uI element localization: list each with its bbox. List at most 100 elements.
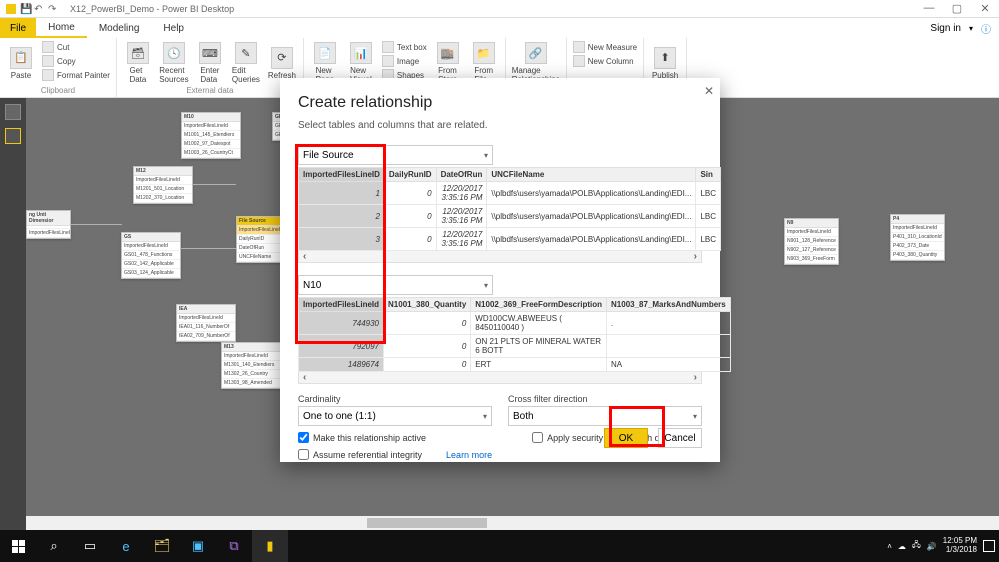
canvas-h-scrollbar[interactable] [26, 516, 999, 530]
dialog-subtitle: Select tables and columns that are relat… [298, 120, 702, 131]
t1-col-2[interactable]: DateOfRun [436, 168, 487, 182]
task-view-icon[interactable]: ▭ [72, 530, 108, 562]
t2-col-0[interactable]: ImportedFilesLineId [299, 298, 384, 312]
system-tray[interactable]: ˄ ☁ 🖧 🔊 12:05 PM 1/3/2018 [887, 537, 999, 555]
cut-button[interactable]: Cut [42, 40, 110, 54]
table2-preview: ImportedFilesLineId N1001_380_Quantity N… [298, 297, 702, 384]
redo-icon[interactable]: ↷ [48, 4, 58, 14]
close-button[interactable]: ✕ [971, 2, 999, 15]
chk-active[interactable] [298, 432, 309, 443]
cancel-button[interactable]: Cancel [658, 428, 702, 448]
search-icon[interactable]: ⌕ [36, 530, 72, 562]
recent-sources-button[interactable]: 🕓Recent Sources [159, 40, 189, 86]
t1-col-1[interactable]: DailyRunID [384, 168, 436, 182]
volume-icon[interactable]: 🔊 [927, 542, 937, 551]
table-node-m12[interactable]: M12 ImportedFilesLineIdM1201_501_Locatio… [133, 166, 193, 204]
scroll-left-icon[interactable]: ‹ [303, 372, 306, 383]
cfd-select[interactable]: Both ▾ [508, 406, 702, 426]
tab-help[interactable]: Help [151, 18, 196, 38]
powerbi-icon[interactable]: ▮ [252, 530, 288, 562]
t2-col-3[interactable]: N1003_87_MarksAndNumbers [607, 298, 731, 312]
start-button[interactable] [0, 530, 36, 562]
scroll-left-icon[interactable]: ‹ [303, 251, 306, 262]
network-icon[interactable]: 🖧 [912, 539, 921, 553]
chevron-down-icon: ▾ [484, 151, 488, 160]
view-rail [0, 98, 26, 530]
dialog-close-icon[interactable]: ✕ [704, 84, 714, 98]
notifications-icon[interactable] [983, 540, 995, 552]
taskbar-date: 1/3/2018 [946, 546, 977, 555]
cloud-icon[interactable]: ☁ [898, 542, 906, 551]
table-node-n9[interactable]: N9 ImportedFilesLineIdN901_128_Reference… [784, 218, 839, 265]
title-bar: 💾 ↶ ↷ X12_PowerBI_Demo - Power BI Deskto… [0, 0, 999, 18]
chevron-down-icon: ▾ [483, 412, 487, 421]
tab-home[interactable]: Home [36, 18, 87, 38]
table2-select[interactable]: N10▾ [298, 275, 493, 295]
save-icon[interactable]: 💾 [20, 4, 30, 14]
undo-icon[interactable]: ↶ [34, 4, 44, 14]
file-menu[interactable]: File [0, 18, 36, 38]
new-column-button[interactable]: New Column [573, 54, 637, 68]
model-view-icon[interactable] [5, 128, 21, 144]
copy-button[interactable]: Copy [42, 54, 110, 68]
chk-ref-integrity-label: Assume referential integrity [313, 450, 422, 460]
app-icon-1[interactable]: ▣ [180, 530, 216, 562]
edge-icon[interactable]: e [108, 530, 144, 562]
table1-select[interactable]: File Source ▾ [298, 145, 493, 165]
group-clipboard-label: Clipboard [6, 86, 110, 95]
chk-ref-integrity[interactable] [298, 449, 309, 460]
t1-col-4[interactable]: Sin [696, 168, 721, 182]
image-button[interactable]: Image [382, 54, 427, 68]
cardinality-value: One to one (1:1) [303, 411, 376, 422]
table-node-gs[interactable]: GS ImportedFilesLineIdGS01_478_Functions… [121, 232, 181, 279]
table-node-iea[interactable]: IEA ImportedFilesLineIdIEA01_116_NumberO… [176, 304, 236, 342]
clock[interactable]: 12:05 PM 1/3/2018 [943, 537, 977, 555]
chk-security-filter[interactable] [532, 432, 543, 443]
paste-button[interactable]: 📋Paste [6, 40, 36, 86]
group-data-label: External data [123, 86, 297, 95]
cardinality-select[interactable]: One to one (1:1) ▾ [298, 406, 492, 426]
maximize-button[interactable]: ▢ [943, 2, 971, 15]
table-node-m13[interactable]: M13 ImportedFilesLineIdM1301_140_Etendie… [221, 342, 281, 389]
text-box-button[interactable]: Text box [382, 40, 427, 54]
chk-active-label: Make this relationship active [313, 433, 426, 443]
scroll-right-icon[interactable]: › [694, 251, 697, 262]
chevron-down-icon[interactable]: ▾ [969, 24, 973, 33]
t1-h-scroll[interactable]: ‹› [298, 251, 702, 263]
t1-col-3[interactable]: UNCFileName [487, 168, 696, 182]
table1-preview: ImportedFilesLineID DailyRunID DateOfRun… [298, 167, 702, 263]
table-node-m10[interactable]: M10 ImportedFilesLineIdM1001_145_Etendie… [181, 112, 241, 159]
tray-chevron-icon[interactable]: ˄ [887, 542, 892, 551]
edit-queries-button[interactable]: ✎Edit Queries [231, 40, 261, 86]
tab-modeling[interactable]: Modeling [87, 18, 152, 38]
new-measure-button[interactable]: New Measure [573, 40, 637, 54]
help-icon[interactable]: ⓘ [981, 21, 991, 36]
cfd-value: Both [513, 411, 534, 422]
report-view-icon[interactable] [5, 104, 21, 120]
format-painter-button[interactable]: Format Painter [42, 68, 110, 82]
explorer-icon[interactable]: 🗂 [144, 530, 180, 562]
chevron-down-icon: ▾ [693, 412, 697, 421]
t2-h-scroll[interactable]: ‹› [298, 372, 702, 384]
scrollbar-thumb[interactable] [367, 518, 487, 528]
scroll-right-icon[interactable]: › [694, 372, 697, 383]
cfd-label: Cross filter direction [508, 394, 702, 404]
table2-select-value: N10 [303, 280, 321, 291]
t2-col-1[interactable]: N1001_380_Quantity [384, 298, 471, 312]
create-relationship-dialog: ✕ Create relationship Select tables and … [280, 78, 720, 462]
get-data-button[interactable]: 🗃Get Data [123, 40, 153, 86]
vs-icon[interactable]: ⧉ [216, 530, 252, 562]
learn-more-link[interactable]: Learn more [446, 450, 492, 460]
signin-link[interactable]: Sign in [930, 23, 961, 34]
minimize-button[interactable]: — [915, 2, 943, 15]
enter-data-button[interactable]: ⌨Enter Data [195, 40, 225, 86]
table-node-p4[interactable]: P4 ImportedFilesLineIdP401_310_LocationI… [890, 214, 945, 261]
cardinality-label: Cardinality [298, 394, 492, 404]
taskbar: ⌕ ▭ e 🗂 ▣ ⧉ ▮ ˄ ☁ 🖧 🔊 12:05 PM 1/3/2018 [0, 530, 999, 562]
app-icon [6, 4, 16, 14]
t2-col-2[interactable]: N1002_369_FreeFormDescription [471, 298, 607, 312]
table1-select-value: File Source [303, 150, 354, 161]
ok-button[interactable]: OK [604, 428, 648, 448]
t1-col-0[interactable]: ImportedFilesLineID [299, 168, 385, 182]
table-node-unit[interactable]: ng Unit Dimensior ImportedFilesLineId [26, 210, 71, 239]
